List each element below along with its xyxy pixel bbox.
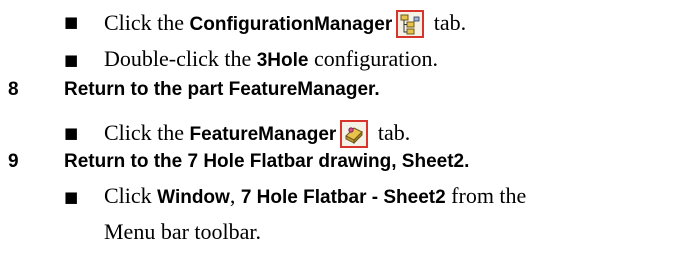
feature-manager-icon[interactable] <box>340 120 369 148</box>
instruction-continuation: Menu bar toolbar. <box>104 219 262 244</box>
step-number: 8 <box>8 79 19 100</box>
bullet-marker: ■ <box>64 51 79 69</box>
configurationmanager-label: ConfigurationManager <box>189 14 393 35</box>
instruction-configurationmanager: Click the ConfigurationManager tab. <box>104 10 466 38</box>
bullet-marker: ■ <box>64 188 79 206</box>
instruction-text: , <box>229 183 241 208</box>
step-number: 9 <box>8 151 19 172</box>
instruction-text: Click <box>104 183 158 208</box>
bullet-marker: ■ <box>64 13 79 31</box>
flatbar-sheet2-label: 7 Hole Flatbar - Sheet2 <box>240 187 446 208</box>
featuremanager-label: FeatureManager <box>189 124 337 145</box>
instruction-text: Click the <box>104 120 190 145</box>
step-heading: Return to the 7 Hole Flatbar drawing, Sh… <box>64 151 470 172</box>
instruction-text: Click the <box>104 10 190 35</box>
instruction-text: Double-click the <box>104 46 257 71</box>
3hole-label: 3Hole <box>256 50 309 71</box>
instruction-featuremanager: Click the FeatureManager tab. <box>104 120 410 148</box>
window-menu-label: Window <box>157 187 230 208</box>
step-heading: Return to the part FeatureManager. <box>64 79 380 100</box>
instruction-double-click-3hole: Double-click the 3Hole configuration. <box>104 46 439 71</box>
configuration-manager-icon[interactable] <box>396 10 425 38</box>
instruction-text: configuration. <box>308 46 439 71</box>
instruction-window-menu: Click Window, 7 Hole Flatbar - Sheet2 fr… <box>104 183 527 208</box>
instruction-text: tab. <box>372 120 411 145</box>
instruction-text: tab. <box>428 10 467 35</box>
bullet-marker: ■ <box>64 124 79 142</box>
instruction-text: from the <box>445 183 527 208</box>
